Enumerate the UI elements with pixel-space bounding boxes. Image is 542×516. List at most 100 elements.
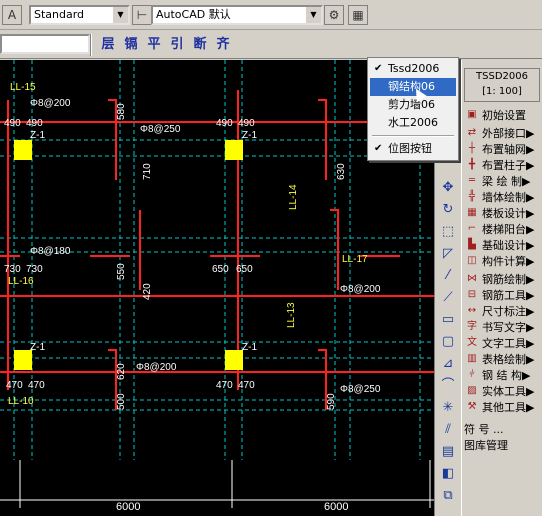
popup-item-hydraulic2006[interactable]: 水工2006 <box>370 114 456 132</box>
dimension-label: 630 <box>336 163 347 180</box>
beam-label: LL-16 <box>8 276 34 287</box>
column-label: Z-1 <box>242 342 257 353</box>
dimension-label: 420 <box>142 283 153 300</box>
menu-item-rebar-tools[interactable]: ⊟ 钢筋工具▶ <box>464 288 542 303</box>
menu-item-rebar-draw[interactable]: ⋈ 钢筋绘制▶ <box>464 272 542 287</box>
fillet-icon[interactable]: ⌒ <box>438 376 458 396</box>
rebar-icon: ⋈ <box>467 273 477 284</box>
trim-icon[interactable]: ⁄ <box>438 266 458 286</box>
menu-item-solid-tools[interactable]: ▨ 实体工具▶ <box>464 384 542 399</box>
beam-label: LL-17 <box>342 254 368 265</box>
dimension-label: 490 <box>216 118 233 129</box>
drawing-labels: LL-15 LL-16 LL-14 LL-17 LL-13 LL-10 490 … <box>4 82 381 513</box>
tssd-menu-panel: TSSD2006 [1: 100] ▣ 初始设置 ⇄ 外部接口▶ ┼ 布置轴网▶ ╋ 布… <box>461 60 542 516</box>
span-label: 6000 <box>324 501 348 513</box>
rotate-icon[interactable]: ↻ <box>438 200 458 220</box>
menu-item-initial-settings[interactable]: ▣ 初始设置 <box>464 108 542 123</box>
properties-toolbar: A Standard ▼ ⊢ AutoCAD 默认 ▼ ⚙ ▦ <box>0 0 542 30</box>
align-button[interactable]: 齐 <box>212 35 234 55</box>
dimension-label: 730 <box>4 264 21 275</box>
popup-item-bitmap-buttons[interactable]: ✔ 位图按钮 <box>370 140 456 158</box>
steel-icon: ⫩ <box>469 369 475 380</box>
layer-icon[interactable]: ▦ <box>348 5 368 25</box>
text-style-icon[interactable]: A <box>2 5 22 25</box>
menu-item-text-tools[interactable]: 文文字工具▶ <box>464 336 542 351</box>
tssd-toolbar: 层 镉 平 引 断 齐 <box>0 31 542 59</box>
column-icon: ╋ <box>468 159 476 170</box>
menu-item-write-text[interactable]: 字书写文字▶ <box>464 320 542 335</box>
dimension-label: 650 <box>236 264 253 275</box>
chevron-down-icon[interactable]: ▼ <box>112 7 128 23</box>
chamfer-icon[interactable]: ⊿ <box>438 354 458 374</box>
menu-item-steel-structure[interactable]: ⫩ 钢 结 构▶ <box>464 368 542 383</box>
popup-item-tssd2006[interactable]: ✔ Tssd2006 <box>370 60 456 78</box>
panel-title-line1: TSSD2006 <box>476 71 528 82</box>
menu-item-stair-balcony[interactable]: ⌐ 楼梯阳台▶ <box>464 222 542 237</box>
scale-icon[interactable]: ◸ <box>438 244 458 264</box>
break-icon[interactable]: ▭ <box>438 310 458 330</box>
calc-icon: ◫ <box>467 255 477 266</box>
dimension-label: 550 <box>116 263 127 280</box>
rebar-label: Φ8@200 <box>340 284 381 295</box>
explode-icon[interactable]: ✳ <box>438 398 458 418</box>
extend-icon[interactable]: ⟋ <box>438 288 458 308</box>
menu-item-slab-design[interactable]: ▦ 楼板设计▶ <box>464 206 542 221</box>
dimension-label: 470 <box>216 380 233 391</box>
mirror-icon[interactable]: ◧ <box>438 464 458 484</box>
command-field[interactable] <box>0 34 90 54</box>
rebar-label: Φ8@200 <box>136 362 177 373</box>
dim-style-select[interactable]: AutoCAD 默认 ▼ <box>151 5 323 25</box>
menu-item-beam-draw[interactable]: ═ 梁 绘 制▶ <box>464 174 542 189</box>
beam-label: LL-14 <box>288 184 299 210</box>
check-icon: ✔ <box>374 143 383 154</box>
gear-icon[interactable]: ⚙ <box>324 5 344 25</box>
menu-item-table-draw[interactable]: ▥ 表格绘制▶ <box>464 352 542 367</box>
move-icon[interactable]: ✥ <box>438 178 458 198</box>
menu-item-library[interactable]: 图库管理 <box>464 438 542 453</box>
break-button[interactable]: 断 <box>189 35 211 55</box>
leader-button[interactable]: 引 <box>166 35 188 55</box>
menu-item-dimension[interactable]: ↔ 尺寸标注▶ <box>464 304 542 319</box>
dimension-lines <box>0 460 434 508</box>
beam-label: LL-10 <box>8 396 34 407</box>
popup-divider <box>372 135 454 137</box>
menu-item-member-calc[interactable]: ◫ 构件计算▶ <box>464 254 542 269</box>
dimension-label: 470 <box>28 380 45 391</box>
array-icon[interactable]: ▤ <box>438 442 458 462</box>
rebar-label: Φ8@180 <box>30 246 71 257</box>
dimension-label: 490 <box>26 118 43 129</box>
rebar-line <box>108 349 117 410</box>
column-label: Z-1 <box>30 342 45 353</box>
panel-title-line2: [1: 100] <box>482 86 522 97</box>
rect-icon[interactable]: ▢ <box>438 332 458 352</box>
stretch-icon[interactable]: ⬚ <box>438 222 458 242</box>
menu-item-external-interface[interactable]: ⇄ 外部接口▶ <box>464 126 542 141</box>
rebar-tool-icon: ⊟ <box>467 289 477 300</box>
dimension-label: 500 <box>116 393 127 410</box>
menu-item-columns[interactable]: ╋ 布置柱子▶ <box>464 158 542 173</box>
rebar-label: Φ8@250 <box>340 384 381 395</box>
toolbar-separator <box>90 34 92 56</box>
slab-icon: ▦ <box>467 207 477 218</box>
menu-item-other-tools[interactable]: ⚒ 其他工具▶ <box>464 400 542 415</box>
menu-item-axis-grid[interactable]: ┼ 布置轴网▶ <box>464 142 542 157</box>
menu-item-foundation[interactable]: ▙ 基础设计▶ <box>464 238 542 253</box>
flat-button[interactable]: 平 <box>143 35 165 55</box>
settings-icon: ▣ <box>467 109 477 120</box>
copy-icon[interactable]: ⧉ <box>438 486 458 506</box>
dim-style-icon[interactable]: ⊢ <box>132 5 152 25</box>
other-tool-icon: ⚒ <box>467 401 477 412</box>
text-style-select[interactable]: Standard ▼ <box>29 5 130 25</box>
layer-button[interactable]: 层 <box>97 35 119 55</box>
table-icon: ▥ <box>467 353 477 364</box>
copy-button[interactable]: 镉 <box>120 35 142 55</box>
menu-item-wall-draw[interactable]: ╬ 墙体绘制▶ <box>464 190 542 205</box>
offset-icon[interactable]: ⫽ <box>438 420 458 440</box>
menu-item-symbols[interactable]: 符 号 ... <box>464 422 542 437</box>
panel-title: TSSD2006 [1: 100] <box>464 68 540 102</box>
column <box>225 350 243 370</box>
popup-item-shearwall06[interactable]: 剪力墙06 <box>370 96 456 114</box>
dimension-label: 730 <box>26 264 43 275</box>
chevron-down-icon[interactable]: ▼ <box>305 7 321 23</box>
rebar-label: Φ8@200 <box>30 98 71 109</box>
